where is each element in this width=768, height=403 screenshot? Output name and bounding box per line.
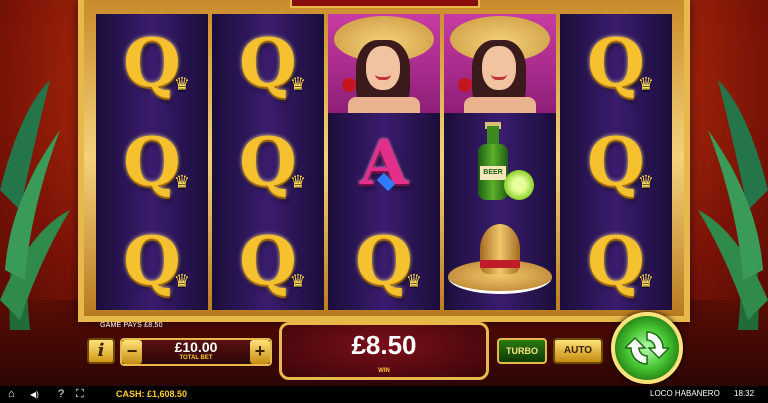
right-foliage [698,80,768,330]
crown-icon: ♛ [173,172,190,193]
lady-portrait [328,14,440,113]
symbol-q: Q ♛ [212,14,324,113]
q-letter: Q [123,123,181,201]
home-icon[interactable]: ⌂ [8,388,15,401]
win-label: WIN [378,368,390,374]
crown-icon: ♛ [289,271,306,292]
win-value: £8.50 [351,330,417,360]
crown-icon: ♛ [637,73,654,94]
reel-4: BEER [444,14,556,310]
q-letter: Q [123,221,181,300]
symbol-lady [328,14,440,113]
game-pays-text: GAME PAYS £8.50 [100,322,163,329]
symbol-q: Q ♛ [560,211,672,310]
reel-5: Q ♛ Q ♛ Q ♛ [560,14,672,310]
crown-icon: ♛ [289,73,306,94]
symbol-a: A [328,113,440,212]
auto-button[interactable]: AUTO [553,338,603,364]
spin-arrows-icon [625,331,669,365]
total-bet-label: TOTAL BET [179,355,213,361]
symbol-q: Q ♛ [560,14,672,113]
sound-icon[interactable]: ◀) [30,388,39,401]
symbol-q: Q ♛ [96,113,208,212]
q-letter: Q [239,221,297,300]
symbol-q: Q ♛ [96,211,208,310]
bottle-label: BEER [480,166,506,180]
decrease-bet-button[interactable]: − [122,340,142,364]
reel-grid: Q ♛ Q ♛ Q ♛ Q ♛ Q ♛ Q ♛ A Q ♛ BEER Q ♛ Q ♛ Q ♛ [96,14,672,310]
symbol-q: Q ♛ [96,14,208,113]
crown-icon: ♛ [289,172,306,193]
left-foliage [0,80,70,330]
game-name: LOCO HABANERO [650,389,720,398]
symbol-bottle: BEER [444,113,556,212]
symbol-q: Q ♛ [560,113,672,212]
lady-portrait [444,14,556,113]
crown-icon: ♛ [405,271,422,292]
symbol-lady [444,14,556,113]
cash-balance: CASH: £1,608.50 [116,389,188,399]
lime-icon [504,170,534,200]
q-letter: Q [239,123,297,201]
title-banner [290,0,480,8]
symbol-q: Q ♛ [212,211,324,310]
crown-icon: ♛ [637,172,654,193]
help-icon[interactable]: ? [58,388,64,401]
symbol-q: Q ♛ [212,113,324,212]
beer-bottle-icon: BEER [460,122,540,202]
reel-1: Q ♛ Q ♛ Q ♛ [96,14,208,310]
clock: 18:32 [734,389,755,398]
q-letter: Q [239,24,297,103]
sombrero-icon [448,222,552,300]
q-letter: Q [355,221,413,300]
fullscreen-icon[interactable]: ⛶ [76,388,84,401]
crown-icon: ♛ [173,271,190,292]
spin-button[interactable] [611,312,683,384]
reel-2: Q ♛ Q ♛ Q ♛ [212,14,324,310]
q-letter: Q [587,123,645,201]
symbol-sombrero [444,211,556,310]
symbol-q: Q ♛ [328,211,440,310]
crown-icon: ♛ [173,73,190,94]
turbo-button[interactable]: TURBO [497,338,547,364]
crown-icon: ♛ [637,271,654,292]
increase-bet-button[interactable]: + [250,340,270,364]
reel-3: A Q ♛ [328,14,440,310]
q-letter: Q [587,221,645,300]
q-letter: Q [123,24,181,103]
total-bet-value: £10.00 [174,339,218,355]
q-letter: Q [587,24,645,103]
info-button[interactable]: i [87,338,115,364]
